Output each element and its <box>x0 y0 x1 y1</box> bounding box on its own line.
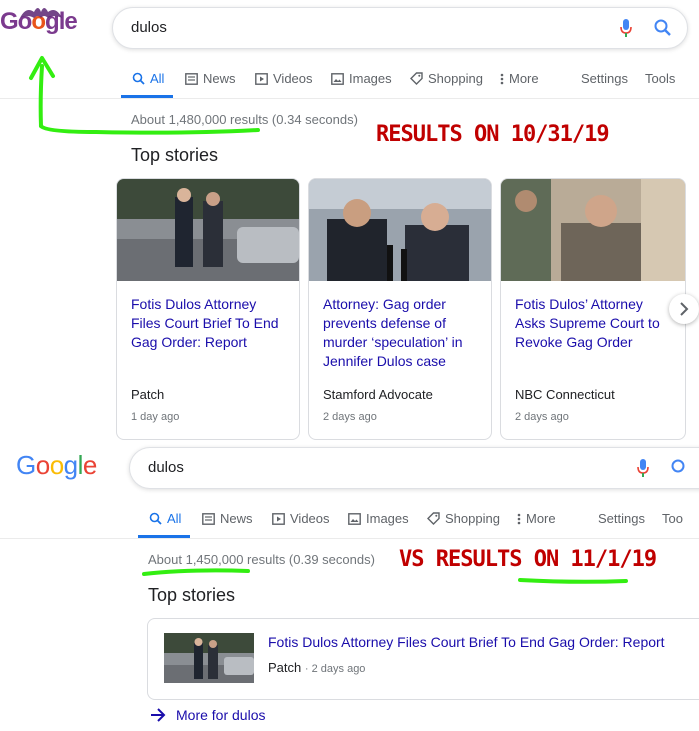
newspaper-icon <box>202 512 215 525</box>
news-age: 2 days ago <box>323 411 377 423</box>
settings-link[interactable]: Settings <box>581 71 628 86</box>
more-for-link[interactable]: More for dulos <box>150 707 265 723</box>
tab-label: Shopping <box>428 71 483 86</box>
tools-link[interactable]: Too <box>662 511 683 526</box>
search-icon <box>149 512 162 525</box>
tab-label: News <box>220 511 253 526</box>
tab-label: Videos <box>273 71 313 86</box>
microphone-icon[interactable] <box>636 458 650 478</box>
tools-label: Tools <box>645 71 676 86</box>
news-age: 1 day ago <box>131 411 180 423</box>
news-thumbnail <box>309 179 491 281</box>
tab-label: More <box>509 71 539 86</box>
carousel-next-button[interactable] <box>669 294 699 324</box>
green-arrow-annotation <box>29 56 260 135</box>
top-stories-heading: Top stories <box>131 145 219 165</box>
news-story-row[interactable]: Fotis Dulos Attorney Files Court Brief T… <box>147 618 699 700</box>
image-icon <box>348 512 361 525</box>
tools-label: Too <box>662 511 683 526</box>
tab-more[interactable]: More <box>517 511 556 526</box>
search-icon[interactable] <box>670 458 690 478</box>
news-source: Patch <box>268 660 302 675</box>
tools-link[interactable]: Tools <box>645 71 675 86</box>
search-box[interactable]: dulos <box>129 447 699 489</box>
news-headline[interactable]: Attorney: Gag order prevents defense of … <box>323 295 479 371</box>
tab-label: Images <box>349 71 392 86</box>
result-stats: About 1,450,000 results (0.39 seconds) <box>148 552 375 567</box>
search-input[interactable]: dulos <box>148 459 184 476</box>
annotation-text: RESULTS ON 10/31/19 <box>376 122 610 147</box>
news-card[interactable]: Attorney: Gag order prevents defense of … <box>308 178 492 440</box>
news-thumbnail <box>117 179 299 281</box>
logo-letter: G <box>0 8 19 35</box>
logo-letter: e <box>82 450 97 480</box>
news-headline[interactable]: Fotis Dulos’ Attorney Asks Supreme Court… <box>515 295 673 352</box>
green-underline-annotation <box>142 568 250 576</box>
news-headline[interactable]: Fotis Dulos Attorney Files Court Brief T… <box>131 295 287 352</box>
tab-label: All <box>167 511 182 526</box>
tag-icon <box>410 72 423 85</box>
news-age: 2 days ago <box>515 411 569 423</box>
news-meta: Patch · 2 days ago <box>268 660 365 675</box>
logo-letter: G <box>16 450 36 480</box>
tab-images[interactable]: Images <box>348 511 409 526</box>
more-vertical-icon <box>517 513 521 524</box>
arrow-right-icon <box>151 708 166 722</box>
settings-label: Settings <box>581 71 628 86</box>
news-thumbnail <box>164 633 254 683</box>
news-source: NBC Connecticut <box>515 387 615 402</box>
search-box[interactable]: dulos <box>112 7 688 49</box>
tab-label: Shopping <box>445 511 500 526</box>
news-card[interactable]: Fotis Dulos Attorney Files Court Brief T… <box>116 178 300 440</box>
more-link-label: More for dulos <box>176 707 266 723</box>
tag-icon <box>427 512 440 525</box>
top-stories-heading: Top stories <box>148 585 236 605</box>
tab-shopping[interactable]: Shopping <box>410 71 483 86</box>
annotation-text: VS RESULTS ON 11/1/19 <box>399 547 657 572</box>
search-input[interactable]: dulos <box>131 19 167 36</box>
news-card[interactable]: Fotis Dulos’ Attorney Asks Supreme Court… <box>500 178 686 440</box>
news-source: Patch <box>131 387 165 402</box>
logo-letter: o <box>49 450 64 480</box>
google-logo[interactable]: Google <box>16 450 97 481</box>
microphone-icon[interactable] <box>619 18 633 38</box>
tab-label: Images <box>366 511 409 526</box>
tab-videos[interactable]: Videos <box>272 511 330 526</box>
tab-label: Videos <box>290 511 330 526</box>
tab-all[interactable]: All <box>149 511 181 526</box>
tab-images[interactable]: Images <box>331 71 392 86</box>
logo-letter: e <box>64 8 77 35</box>
search-icon[interactable] <box>653 18 673 38</box>
tab-more[interactable]: More <box>500 71 539 86</box>
tab-shopping[interactable]: Shopping <box>427 511 500 526</box>
news-headline[interactable]: Fotis Dulos Attorney Files Court Brief T… <box>268 634 665 650</box>
green-underline-annotation <box>518 578 628 584</box>
news-age: 2 days ago <box>311 663 366 675</box>
tab-news[interactable]: News <box>202 511 253 526</box>
chevron-right-icon <box>680 302 689 316</box>
tabs-divider <box>0 538 699 539</box>
news-thumbnail <box>501 179 685 281</box>
settings-label: Settings <box>598 511 645 526</box>
logo-letter: o <box>35 450 50 480</box>
news-source: Stamford Advocate <box>323 387 433 402</box>
meta-separator: · <box>304 663 312 675</box>
settings-link[interactable]: Settings <box>598 511 645 526</box>
bat-doodle-icon <box>20 8 62 18</box>
play-icon <box>272 512 285 525</box>
image-icon <box>331 72 344 85</box>
more-vertical-icon <box>500 73 504 84</box>
logo-letter: g <box>63 450 78 480</box>
tab-label: More <box>526 511 556 526</box>
